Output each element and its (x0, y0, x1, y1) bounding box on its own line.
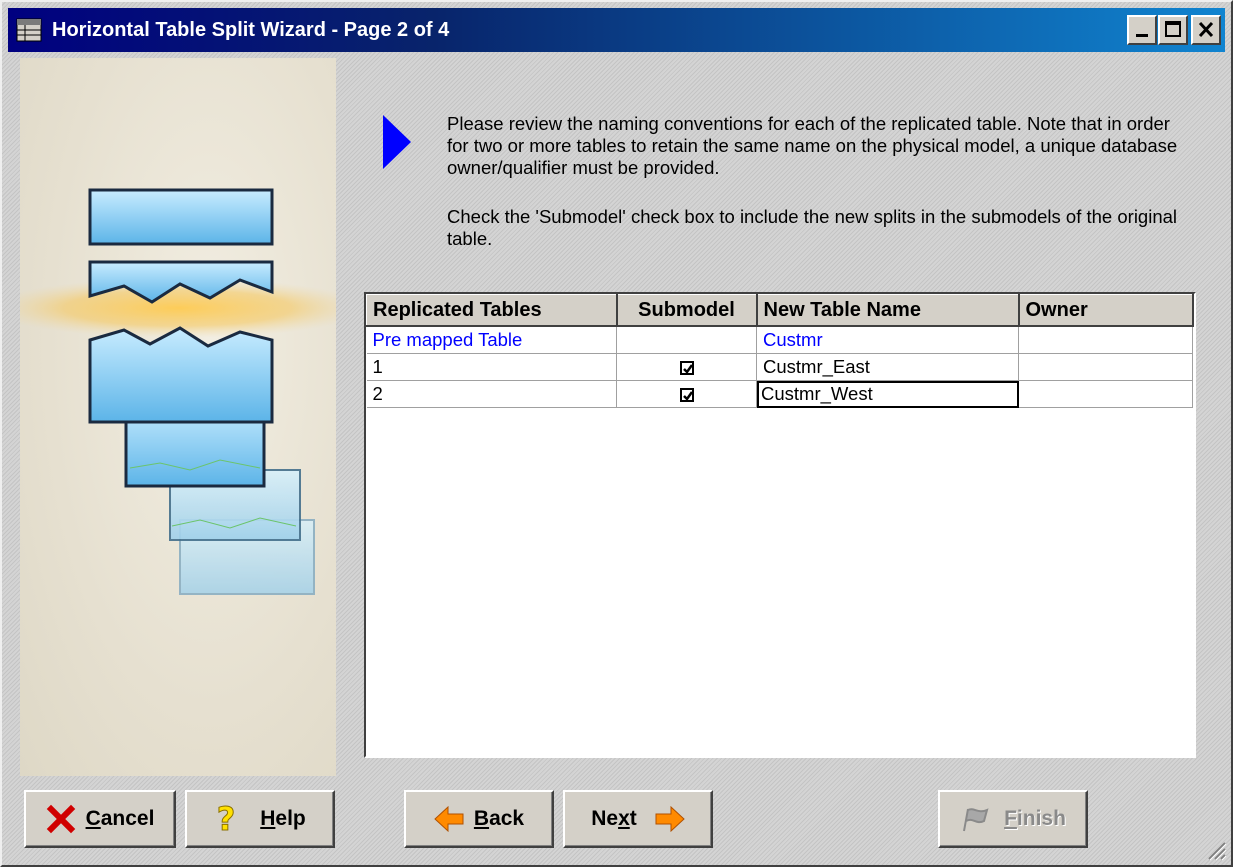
table-row[interactable]: 2 Custmr_West (366, 380, 1193, 408)
owner-cell[interactable] (1018, 326, 1193, 354)
svg-text:?: ? (217, 802, 236, 836)
finish-label: Finish (1004, 807, 1066, 830)
submodel-cell[interactable] (616, 380, 757, 408)
table-split-illustration (20, 188, 336, 595)
cancel-label: Cancel (85, 807, 155, 830)
grid-header-row: Replicated Tables Submodel New Table Nam… (366, 294, 1194, 327)
wizard-illustration (20, 58, 336, 776)
column-header-submodel[interactable]: Submodel (616, 294, 758, 327)
replicated-table-cell: 2 (366, 380, 617, 408)
table-row[interactable]: 1 Custmr_East (366, 353, 1193, 381)
checkmark-icon (682, 364, 693, 375)
minimize-button[interactable] (1127, 15, 1157, 45)
window-title: Horizontal Table Split Wizard - Page 2 o… (52, 19, 450, 41)
column-header-replicated-tables[interactable]: Replicated Tables (366, 294, 618, 327)
new-table-name-cell-focused[interactable]: Custmr_West (756, 380, 1019, 408)
next-label: Next (591, 807, 637, 830)
new-table-name-cell[interactable]: Custmr_East (756, 353, 1019, 381)
close-button[interactable] (1191, 15, 1221, 45)
table-icon (16, 18, 42, 42)
replicated-table-cell: Pre mapped Table (366, 326, 617, 354)
new-table-name-cell[interactable]: Custmr (756, 326, 1019, 354)
title-bar[interactable]: Horizontal Table Split Wizard - Page 2 o… (8, 8, 1225, 52)
next-button[interactable]: Next (563, 790, 713, 848)
back-button[interactable]: Back (404, 790, 554, 848)
question-mark-icon: ? (216, 802, 236, 836)
resize-grip-icon[interactable] (1203, 837, 1227, 861)
owner-cell[interactable] (1018, 380, 1193, 408)
help-label: Help (260, 807, 306, 830)
column-header-owner[interactable]: Owner (1018, 294, 1194, 327)
back-arrow-icon (434, 806, 464, 832)
column-header-new-table-name[interactable]: New Table Name (756, 294, 1020, 327)
finish-flag-icon (963, 808, 989, 832)
owner-cell[interactable] (1018, 353, 1193, 381)
submodel-checkbox[interactable] (679, 361, 694, 376)
submodel-cell (616, 326, 757, 354)
close-icon (1198, 21, 1214, 38)
submodel-checkbox[interactable] (679, 388, 694, 403)
instruction-text: Please review the naming conventions for… (447, 113, 1178, 178)
back-label: Back (473, 807, 525, 830)
help-button[interactable]: ? Help (185, 790, 335, 848)
table-row[interactable]: Pre mapped Table Custmr (366, 326, 1193, 354)
minimize-icon (1136, 34, 1148, 37)
submodel-cell[interactable] (616, 353, 757, 381)
maximize-button[interactable] (1158, 15, 1188, 45)
finish-button[interactable]: Finish (938, 790, 1088, 848)
replicated-tables-grid[interactable]: Replicated Tables Submodel New Table Nam… (364, 292, 1196, 758)
submodel-instruction-text: Check the 'Submodel' check box to includ… (447, 206, 1178, 249)
maximize-icon (1165, 21, 1181, 37)
wizard-window: Horizontal Table Split Wizard - Page 2 o… (0, 0, 1233, 867)
checkmark-icon (682, 391, 693, 402)
blue-arrow-icon (383, 115, 411, 169)
cancel-button[interactable]: Cancel (24, 790, 176, 848)
cancel-x-icon (46, 804, 75, 834)
replicated-table-cell: 1 (366, 353, 617, 381)
next-arrow-icon (655, 806, 685, 832)
